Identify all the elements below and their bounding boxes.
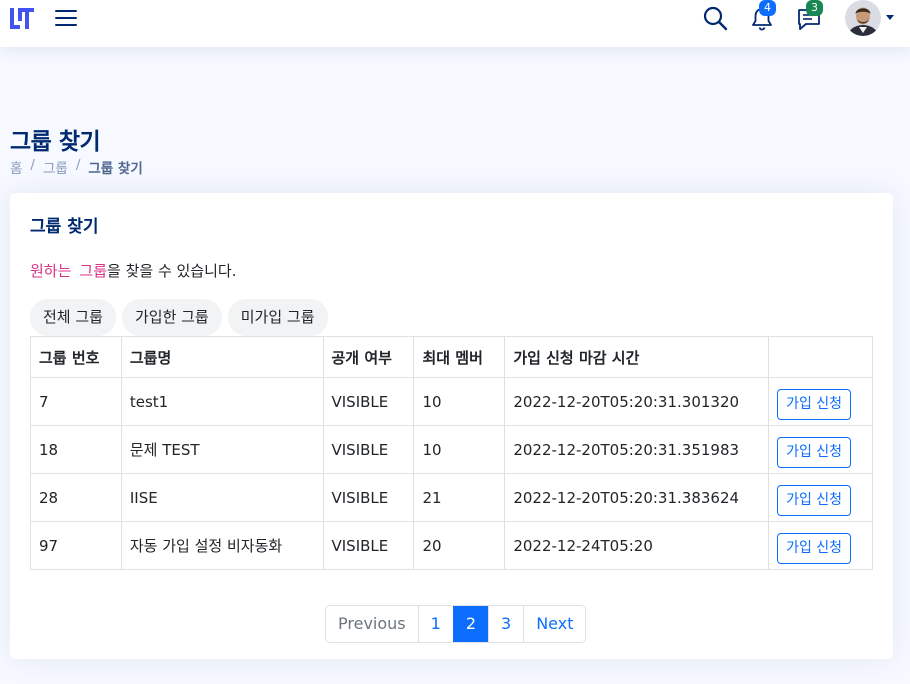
cell-max-members: 10: [413, 425, 506, 474]
groups-table: 그룹 번호 그룹명 공개 여부 최대 멤버 가입 신청 마감 시간 7 test…: [30, 336, 873, 570]
cell-deadline: 2022-12-20T05:20:31.383624: [504, 473, 770, 522]
description-text: 을 찾을 수 있습니다.: [107, 262, 237, 280]
message-count-badge: 3: [806, 0, 823, 16]
pagination: Previous 1 2 3 Next: [325, 605, 587, 643]
header-action: [768, 336, 873, 378]
top-header: 4 3: [0, 0, 910, 47]
page-title: 그룹 찾기: [10, 129, 101, 155]
search-icon[interactable]: [703, 6, 728, 31]
cell-group-id: 28: [30, 473, 122, 522]
logo-icon[interactable]: [9, 6, 35, 30]
breadcrumb-current: 그룹 찾기: [88, 161, 143, 177]
breadcrumb: 홈 / 그룹 / 그룹 찾기: [10, 157, 143, 177]
table-header-row: 그룹 번호 그룹명 공개 여부 최대 멤버 가입 신청 마감 시간: [30, 336, 873, 378]
cell-group-id: 7: [30, 377, 122, 426]
breadcrumb-separator: /: [75, 157, 81, 173]
breadcrumb-group[interactable]: 그룹: [43, 157, 68, 177]
card-description: 원하는 그룹을 찾을 수 있습니다.: [30, 260, 237, 281]
table-row: 28 IISE VISIBLE 21 2022-12-20T05:20:31.3…: [30, 473, 873, 522]
cell-group-id: 18: [30, 425, 122, 474]
description-highlight-group: 그룹: [79, 262, 108, 280]
table-row: 18 문제 TEST VISIBLE 10 2022-12-20T05:20:3…: [30, 425, 873, 474]
cell-max-members: 20: [413, 521, 506, 570]
cell-visibility: VISIBLE: [322, 473, 415, 522]
pagination-previous[interactable]: Previous: [326, 606, 418, 642]
avatar[interactable]: [845, 0, 881, 36]
cell-deadline: 2022-12-20T05:20:31.351983: [504, 425, 770, 474]
filter-joined-groups[interactable]: 가입한 그룹: [121, 299, 222, 336]
breadcrumb-home[interactable]: 홈: [10, 157, 22, 177]
join-request-button[interactable]: 가입 신청: [777, 389, 852, 420]
join-request-button[interactable]: 가입 신청: [777, 437, 852, 468]
group-search-card: 그룹 찾기 원하는 그룹을 찾을 수 있습니다. 전체 그룹 가입한 그룹 미가입…: [10, 193, 893, 659]
header-visibility: 공개 여부: [322, 336, 415, 378]
cell-group-id: 97: [30, 521, 122, 570]
cell-group-name: IISE: [120, 473, 324, 522]
breadcrumb-separator: /: [30, 157, 35, 173]
cell-max-members: 10: [413, 377, 506, 426]
menu-icon[interactable]: [55, 8, 79, 28]
description-highlight-want: 원하는: [30, 262, 72, 280]
pagination-page-1[interactable]: 1: [417, 606, 453, 642]
join-request-button[interactable]: 가입 신청: [777, 485, 852, 516]
cell-action: 가입 신청: [768, 377, 873, 426]
cell-group-name: 문제 TEST: [120, 425, 324, 474]
pagination-page-3[interactable]: 3: [488, 606, 524, 642]
join-request-button[interactable]: 가입 신청: [777, 533, 852, 564]
cell-deadline: 2022-12-20T05:20:31.301320: [504, 377, 770, 426]
cell-max-members: 21: [413, 473, 506, 522]
cell-visibility: VISIBLE: [322, 521, 415, 570]
card-title: 그룹 찾기: [30, 217, 99, 237]
cell-visibility: VISIBLE: [322, 377, 415, 426]
pagination-next[interactable]: Next: [523, 606, 586, 642]
cell-visibility: VISIBLE: [322, 425, 415, 474]
table-row: 7 test1 VISIBLE 10 2022-12-20T05:20:31.3…: [30, 377, 873, 426]
filter-tabs: 전체 그룹 가입한 그룹 미가입 그룹: [30, 299, 328, 336]
notification-count-badge: 4: [759, 0, 776, 16]
header-group-id: 그룹 번호: [30, 336, 122, 378]
caret-down-icon[interactable]: [886, 15, 894, 20]
cell-action: 가입 신청: [768, 473, 873, 522]
cell-group-name: 자동 가입 설정 비자동화: [120, 521, 324, 570]
pagination-page-2[interactable]: 2: [452, 606, 488, 642]
cell-action: 가입 신청: [768, 425, 873, 474]
header-group-name: 그룹명: [120, 336, 324, 378]
header-max-members: 최대 멤버: [413, 336, 506, 378]
cell-action: 가입 신청: [768, 521, 873, 570]
table-row: 97 자동 가입 설정 비자동화 VISIBLE 20 2022-12-24T0…: [30, 521, 873, 570]
filter-all-groups[interactable]: 전체 그룹: [30, 299, 116, 336]
cell-group-name: test1: [120, 377, 324, 426]
cell-deadline: 2022-12-24T05:20: [504, 521, 770, 570]
header-deadline: 가입 신청 마감 시간: [504, 336, 770, 378]
filter-not-joined-groups[interactable]: 미가입 그룹: [227, 299, 328, 336]
